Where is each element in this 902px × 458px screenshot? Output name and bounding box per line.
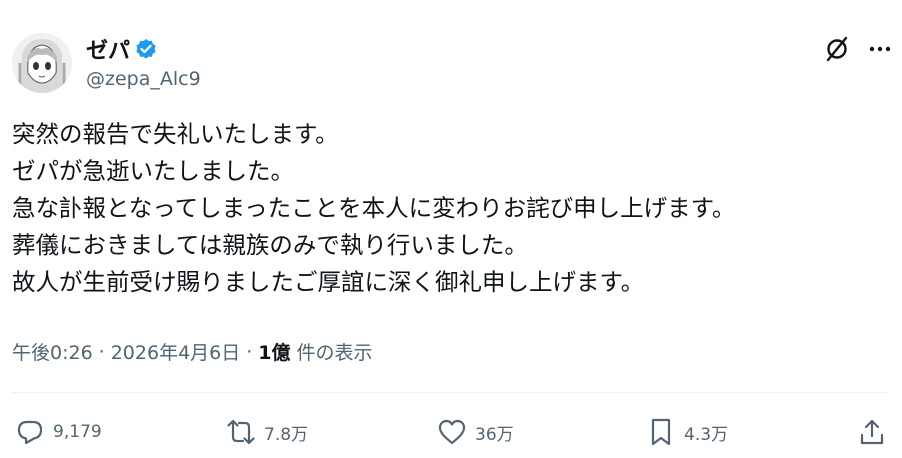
- tweet-line: 葬儀におきましては親族のみで執り行いました。: [12, 231, 528, 259]
- avatar[interactable]: [12, 33, 72, 93]
- repost-count: 7.8万: [264, 424, 309, 445]
- share-icon: [860, 419, 884, 445]
- tweet-meta: 午後0:26 · 2026年4月6日 · 1億 件の表示: [12, 338, 373, 365]
- reply-button[interactable]: 9,179: [15, 417, 102, 447]
- grok-icon[interactable]: [823, 35, 851, 63]
- reply-icon: [17, 420, 43, 445]
- like-button[interactable]: 36万: [437, 417, 514, 447]
- tweet-line: 突然の報告で失礼いたします。: [12, 120, 339, 148]
- tweet-time[interactable]: 午後0:26: [12, 338, 93, 365]
- bookmark-icon: [651, 418, 671, 446]
- more-icon[interactable]: [866, 35, 894, 63]
- view-count[interactable]: 1億: [258, 338, 290, 365]
- meta-separator: ·: [246, 340, 253, 363]
- bookmark-button[interactable]: 4.3万: [646, 417, 728, 447]
- like-icon: [438, 419, 466, 445]
- repost-button[interactable]: 7.8万: [226, 417, 308, 447]
- display-name[interactable]: ゼパ: [86, 33, 130, 65]
- share-button[interactable]: [857, 417, 887, 447]
- author-name-row[interactable]: ゼパ: [86, 33, 157, 65]
- tweet-line: ゼパが急逝いたしました。: [12, 157, 294, 185]
- user-handle[interactable]: @zepa_Alc9: [86, 68, 201, 90]
- like-count: 36万: [475, 424, 514, 445]
- meta-separator: ·: [98, 340, 105, 363]
- view-label[interactable]: 件の表示: [297, 338, 373, 365]
- tweet-date[interactable]: 2026年4月6日: [111, 338, 241, 365]
- reply-count: 9,179: [53, 422, 102, 442]
- tweet-text: 突然の報告で失礼いたします。 ゼパが急逝いたしました。 急な訃報となってしまった…: [12, 116, 892, 301]
- bookmark-count: 4.3万: [684, 424, 729, 445]
- verified-badge-icon: [135, 38, 157, 60]
- tweet-line: 急な訃報となってしまったことを本人に変わりお詫び申し上げます。: [12, 194, 736, 222]
- repost-icon: [227, 419, 255, 445]
- divider: [12, 392, 890, 393]
- tweet-line: 故人が生前受け賜りましたご厚誼に深く御礼申し上げます。: [12, 268, 645, 296]
